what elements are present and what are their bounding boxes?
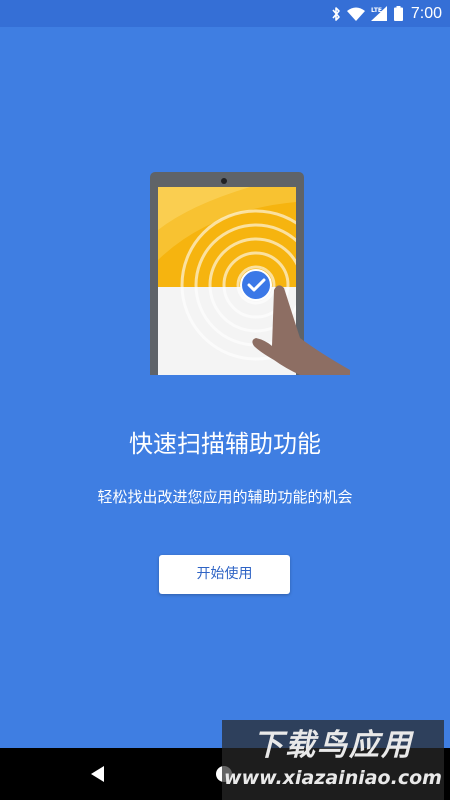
watermark-logo-text: 下载鸟应用: [253, 728, 413, 763]
wifi-icon: [346, 7, 365, 21]
tablet-camera: [221, 178, 227, 184]
start-button[interactable]: 开始使用: [159, 555, 290, 594]
cellular-signal-icon: LTE: [370, 6, 387, 21]
network-type-label: LTE: [371, 7, 382, 14]
status-bar: LTE 7:00: [0, 0, 450, 27]
watermark-url: www.xiazainiao.com: [224, 767, 442, 789]
status-icons: LTE 7:00: [331, 0, 442, 27]
tablet-scan-illustration: [150, 172, 350, 375]
watermark: 下载鸟应用 www.xiazainiao.com: [222, 720, 444, 800]
status-time: 7:00: [410, 5, 442, 22]
onboarding-title: 快速扫描辅助功能: [129, 430, 321, 458]
bluetooth-icon: [332, 6, 340, 21]
battery-icon: [393, 6, 403, 21]
onboarding-subtitle: 轻松找出改进您应用的辅助功能的机会: [97, 488, 353, 506]
check-badge: [240, 269, 272, 301]
back-icon[interactable]: [88, 764, 108, 784]
